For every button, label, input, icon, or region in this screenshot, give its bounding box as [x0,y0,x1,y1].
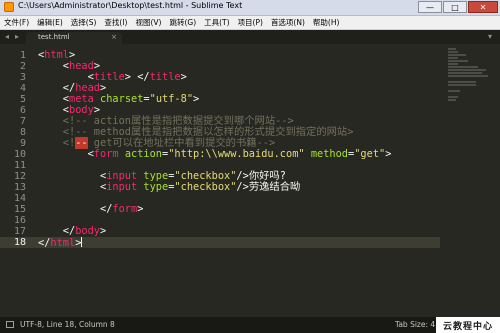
line-number: 9 [19,138,26,149]
minimize-button[interactable]: — [418,1,442,13]
code-token: "checkbox" [174,181,237,193]
code-line[interactable]: <form action="http:\\www.baidu.com" meth… [38,148,392,160]
close-button[interactable]: ✕ [468,1,498,13]
menu-edit[interactable]: 编辑(E) [33,17,67,28]
menu-help[interactable]: 帮助(H) [309,17,344,28]
line-number: 14 [13,193,26,204]
code-line[interactable]: </form> [38,204,143,215]
maximize-button[interactable]: □ [443,1,467,13]
menu-tools[interactable]: 工具(T) [200,17,233,28]
code-token: action [124,148,163,160]
tab-scroll-left-icon[interactable]: ◂ [5,32,9,41]
code-token: />劳逸结合呦 [236,181,301,193]
status-bar: UTF-8, Line 18, Column 8 Tab Size: 4 云教程… [0,317,500,333]
code-token: > [180,71,187,83]
code-token: > [100,225,107,237]
line-number: 8 [19,127,26,138]
code-line[interactable]: </body> [38,226,106,237]
menu-find[interactable]: 查找(I) [100,17,131,28]
code-token: > [193,93,200,105]
line-number: 11 [13,160,26,171]
panel-toggle-icon[interactable] [6,321,14,328]
code-token: </ [38,203,113,215]
line-number: 15 [13,204,26,215]
tab-size-selector[interactable]: Tab Size: 4 [395,320,435,329]
window-title: C:\Users\Administrator\Desktop\test.html… [18,1,243,10]
menu-project[interactable]: 项目(P) [234,17,267,28]
window-controls: — □ ✕ [418,1,498,13]
menu-bar: 文件(F) 编辑(E) 选择(S) 查找(I) 视图(V) 跳转(G) 工具(T… [0,16,500,30]
menu-select[interactable]: 选择(S) [67,17,101,28]
line-number: 2 [19,61,26,72]
tab-list-dropdown-icon[interactable]: ▾ [488,32,492,41]
line-number: 16 [13,215,26,226]
line-number: 13 [13,182,26,193]
code-token: "get" [354,148,386,160]
line-number: 3 [19,72,26,83]
code-token: type [143,181,169,193]
code-token: form [93,148,119,160]
code-token: body [75,225,101,237]
code-token: > </ [124,71,150,83]
line-number: 5 [19,94,26,105]
watermark-logo: 云教程中心 [436,317,500,333]
code-token: method [310,148,349,160]
code-token: title [149,71,181,83]
line-number-gutter: 1 2 3 4 5 6 7 8 9 10 11 12 13 14 15 16 17 18 [0,44,30,317]
line-number: 10 [13,149,26,160]
code-token: </ [38,237,51,249]
line-number: 12 [13,171,26,182]
line-number: 18 [13,237,26,248]
sublime-app-icon [4,2,14,12]
line-number: 1 [19,50,26,61]
code-token: > [137,203,144,215]
menu-goto[interactable]: 跳转(G) [165,17,200,28]
line-number: 17 [13,226,26,237]
menu-preferences[interactable]: 首选项(N) [267,17,309,28]
tab-bar: ◂ ▸ test.html × ▾ [0,30,500,44]
tab-label: test.html [38,33,70,41]
tab-test-html[interactable]: test.html × [26,32,122,44]
title-bar: C:\Users\Administrator\Desktop\test.html… [0,0,500,16]
code-token: > [385,148,392,160]
tab-close-icon[interactable]: × [111,33,117,41]
code-token: </ [38,225,76,237]
tab-scroll-right-icon[interactable]: ▸ [15,32,19,41]
cursor-position: UTF-8, Line 18, Column 8 [20,320,115,329]
code-token: < [38,148,94,160]
menu-file[interactable]: 文件(F) [0,17,33,28]
code-token: "http:\\www.baidu.com" [168,148,305,160]
code-token: input [106,181,138,193]
code-line[interactable]: <input type="checkbox"/>劳逸结合呦 [38,182,300,193]
code-token: html [50,237,76,249]
line-number: 7 [19,116,26,127]
menu-view[interactable]: 视图(V) [131,17,165,28]
code-token: form [112,203,138,215]
code-token: "utf-8" [149,93,194,105]
line-number: 6 [19,105,26,116]
code-token: charset [100,93,144,105]
text-cursor [81,237,83,247]
code-token: < [38,181,107,193]
minimap[interactable] [448,48,490,108]
code-line[interactable]: </html> [38,237,83,249]
line-number: 4 [19,83,26,94]
code-editor[interactable]: 1 2 3 4 5 6 7 8 9 10 11 12 13 14 15 16 17 18 <html> <head… [0,44,500,317]
